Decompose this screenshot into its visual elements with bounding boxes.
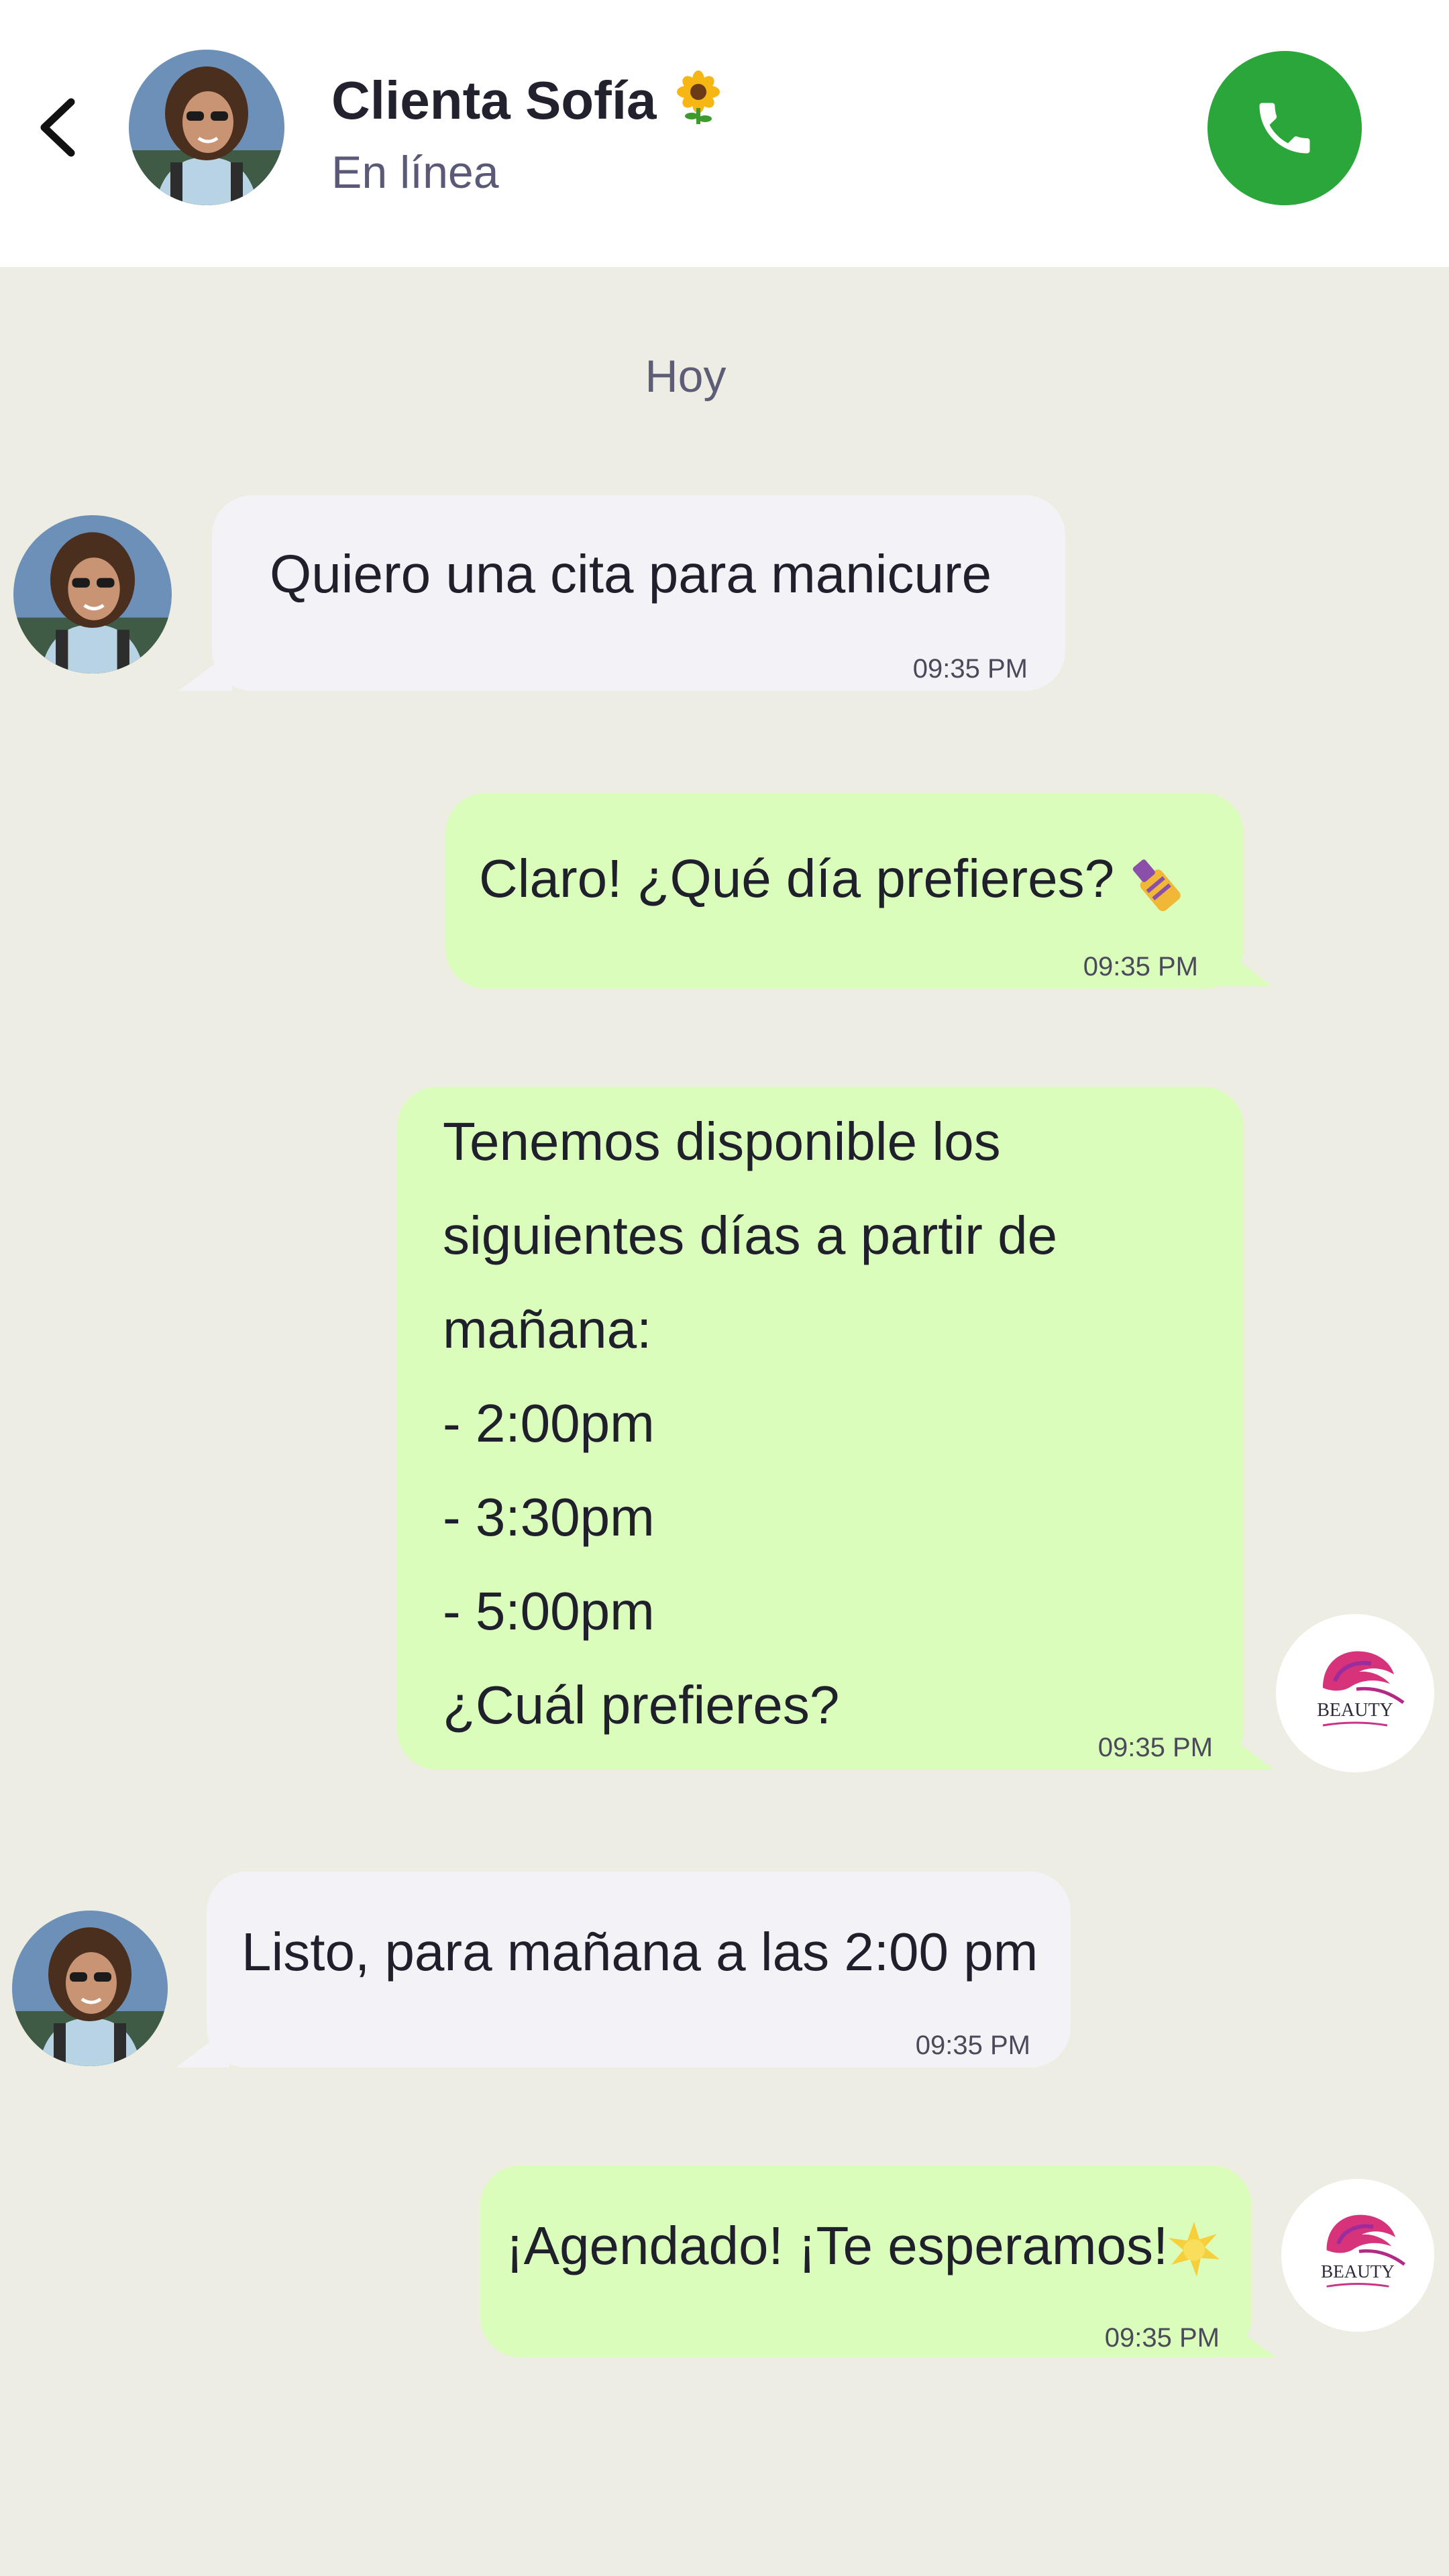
brand-logo-avatar[interactable]: BEAUTY	[1276, 1614, 1434, 1772]
contact-avatar[interactable]	[129, 50, 284, 205]
chevron-left-icon	[40, 98, 75, 157]
contact-avatar[interactable]	[13, 515, 172, 674]
message-line: siguientes días a partir de	[443, 1205, 1058, 1265]
message-line: - 3:30pm	[443, 1487, 655, 1547]
contact-avatar[interactable]	[12, 1911, 168, 2066]
message-line: - 5:00pm	[443, 1581, 655, 1641]
chat-area: Hoy Quiero una cita para manicure 09:35 …	[0, 267, 1449, 2576]
brand-logo-text: BEAUTY	[1321, 2261, 1395, 2282]
message-time: 09:35 PM	[1104, 2323, 1220, 2353]
contact-status: En línea	[331, 147, 499, 198]
date-separator: Hoy	[645, 351, 727, 402]
message-text: Listo, para mañana a las 2:00 pm	[241, 1922, 1038, 1982]
message-text: Quiero una cita para manicure	[270, 544, 992, 604]
message-text: Tenemos disponible los siguientes días a…	[443, 1095, 1057, 1752]
message-line: - 2:00pm	[443, 1393, 655, 1453]
sparkle-icon	[1169, 2222, 1220, 2277]
brand-logo-text: BEAUTY	[1317, 1700, 1393, 1721]
message-text: ¡Agendado! ¡Te esperamos!	[506, 2216, 1169, 2275]
message-bubble-outgoing[interactable]: Claro! ¿Qué día prefieres? 09:35 PM	[445, 793, 1244, 989]
chat-header: Clienta Sofía En línea	[0, 0, 1449, 267]
call-button[interactable]	[1208, 51, 1362, 205]
back-button[interactable]	[30, 94, 83, 161]
message-time: 09:35 PM	[915, 2031, 1030, 2060]
message-bubble-outgoing[interactable]: ¡Agendado! ¡Te esperamos! 09:35 PM	[480, 2165, 1252, 2357]
sunflower-icon	[676, 70, 720, 124]
message-time: 09:35 PM	[912, 654, 1028, 684]
nail-polish-icon	[1132, 859, 1181, 912]
phone-icon	[1259, 103, 1310, 154]
contact-name: Clienta Sofía	[331, 70, 725, 131]
message-line: ¿Cuál prefieres?	[443, 1675, 840, 1735]
message-line: mañana:	[443, 1299, 652, 1359]
message-text: Claro! ¿Qué día prefieres?	[479, 849, 1115, 908]
message-bubble-incoming[interactable]: Listo, para mañana a las 2:00 pm 09:35 P…	[207, 1872, 1071, 2068]
message-time: 09:35 PM	[1097, 1733, 1213, 1762]
message-bubble-incoming[interactable]: Quiero una cita para manicure 09:35 PM	[212, 495, 1065, 691]
message-bubble-outgoing[interactable]: Tenemos disponible los siguientes días a…	[397, 1087, 1244, 1770]
message-time: 09:35 PM	[1083, 952, 1198, 981]
message-line: Tenemos disponible los	[443, 1112, 1001, 1171]
brand-logo-avatar[interactable]: BEAUTY	[1281, 2179, 1434, 2332]
